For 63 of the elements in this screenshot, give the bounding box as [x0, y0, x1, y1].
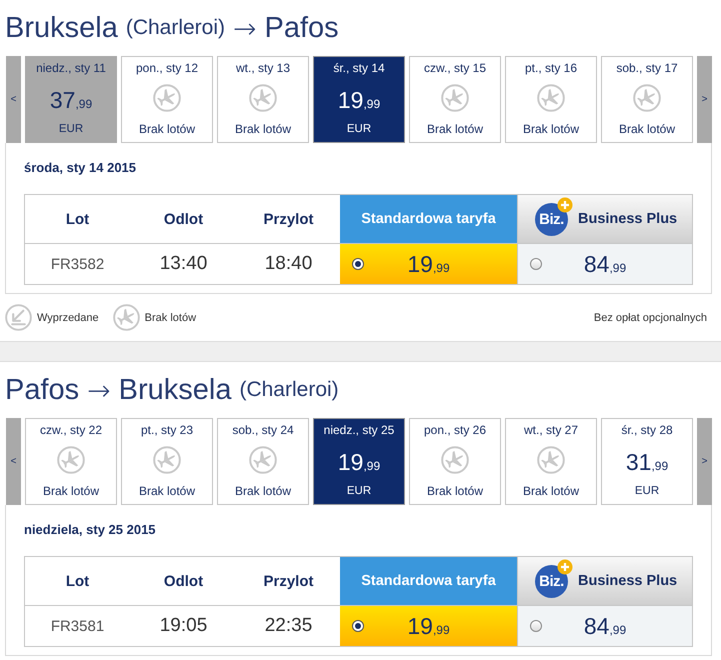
route-arrow: → — [87, 374, 111, 406]
no-flights-plane-icon — [57, 446, 85, 474]
table-cell-text: 13:40 — [158, 252, 208, 276]
date-tab[interactable]: pon., sty 12 Brak lotów — [121, 56, 213, 143]
fare-price: 84,99 — [584, 250, 626, 278]
column-header-label: Business Plus — [578, 573, 678, 589]
date-heading: niedziela, sty 25 2015 — [24, 522, 156, 539]
route-arrow: → — [233, 12, 256, 44]
city-name: Pafos — [264, 12, 339, 44]
date-tab[interactable]: sob., sty 17 Brak lotów — [601, 56, 693, 143]
no-flights-plane-icon — [249, 446, 277, 474]
date-tab[interactable]: wt., sty 27 Brak lotów — [505, 418, 597, 505]
plane-icon — [112, 304, 140, 331]
radio-button[interactable] — [530, 620, 542, 632]
legend-label: Brak lotów — [144, 312, 196, 324]
legend-note: Bez opłat opcjonalnych — [594, 312, 707, 324]
date-tab[interactable]: pt., sty 23 Brak lotów — [121, 418, 213, 505]
column-header: Standardowa taryfa — [340, 557, 517, 606]
table-cell-text: FR3581 — [50, 616, 106, 636]
table-cell-text: 22:35 — [264, 614, 314, 638]
column-header: Standardowa taryfa — [340, 195, 517, 244]
radio-button[interactable] — [530, 258, 542, 270]
column-header-label: Business Plus — [578, 211, 678, 227]
city-name: Pafos — [5, 374, 80, 406]
radio-button[interactable] — [352, 620, 364, 632]
date-tab[interactable]: czw., sty 22 Brak lotów — [25, 418, 117, 505]
table-cell-text: FR3582 — [50, 254, 106, 274]
date-tab[interactable]: wt., sty 13 Brak lotów — [217, 56, 309, 143]
airport-name: (Charleroi) — [239, 378, 339, 402]
no-flights-plane-icon — [249, 84, 277, 112]
date-tab[interactable]: pon., sty 26 Brak lotów — [409, 418, 501, 505]
date-heading: środa, sty 14 2015 — [24, 160, 136, 177]
table-cell-text: 19:05 — [158, 614, 208, 638]
next-button[interactable]: > — [697, 56, 712, 143]
date-tab[interactable]: śr., sty 28 31,99 EUR — [601, 418, 693, 505]
no-flights-plane-icon — [153, 84, 181, 112]
fare-price: 19,99 — [407, 612, 450, 640]
logo: Biz. — [535, 202, 568, 236]
no-flights-plane-icon — [633, 84, 661, 112]
plus-icon — [557, 196, 573, 212]
logo: Biz. — [535, 564, 568, 598]
date-tab[interactable]: sob., sty 24 Brak lotów — [217, 418, 309, 505]
city-name: Bruksela — [118, 374, 232, 406]
previous-button[interactable]: < — [6, 56, 21, 143]
plus-icon — [557, 558, 573, 574]
no-flights-plane-icon — [153, 446, 181, 474]
city-name: Bruksela — [5, 12, 118, 44]
fare-price: 84,99 — [584, 612, 626, 640]
table-cell-text: 18:40 — [264, 252, 314, 276]
legend-label: Wyprzedane — [37, 312, 99, 324]
no-flights-plane-icon — [537, 84, 565, 112]
no-flights-plane-icon — [441, 446, 469, 474]
fare-price: 19,99 — [407, 250, 450, 278]
airport-name: (Charleroi) — [126, 16, 226, 40]
no-flights-plane-icon — [537, 446, 565, 474]
radio-button[interactable] — [352, 258, 364, 270]
date-tab[interactable]: pt., sty 16 Brak lotów — [505, 56, 597, 143]
previous-button[interactable]: < — [6, 418, 21, 505]
date-tab[interactable]: śr., sty 14 19,99 EUR — [313, 56, 405, 143]
date-tab[interactable]: czw., sty 15 Brak lotów — [409, 56, 501, 143]
date-tab[interactable]: niedz., sty 25 19,99 EUR — [313, 418, 405, 505]
no-flights-plane-icon — [441, 84, 469, 112]
next-button[interactable]: > — [697, 418, 712, 505]
